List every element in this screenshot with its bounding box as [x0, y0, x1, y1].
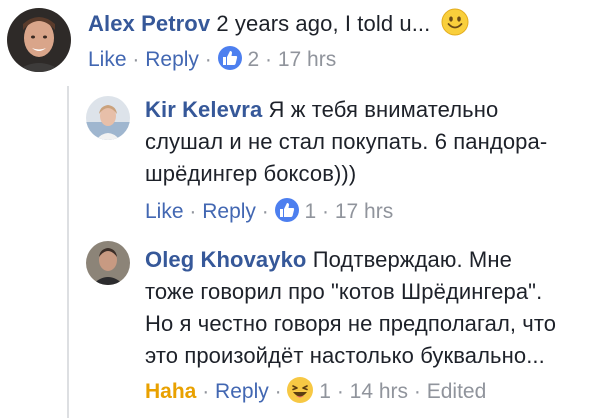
separator: · — [336, 380, 344, 403]
haha-reaction-button[interactable]: Haha — [145, 380, 196, 403]
comment-body-line: шрёдингер боксов))) — [145, 161, 357, 186]
smiley-emoji-icon — [441, 8, 469, 36]
separator: · — [264, 48, 272, 71]
like-button[interactable]: Like — [145, 200, 184, 223]
author-name[interactable]: Alex Petrov — [88, 11, 210, 36]
reply-button[interactable]: Reply — [145, 48, 199, 71]
reply-button[interactable]: Reply — [202, 200, 256, 223]
reaction-count[interactable]: 1 — [304, 200, 316, 223]
author-name[interactable]: Oleg Khovayko — [145, 247, 306, 272]
reply-button[interactable]: Reply — [215, 380, 269, 403]
comment-body-line: тоже говорил про "котов Шрёдингера". — [145, 279, 543, 304]
separator: · — [132, 48, 140, 71]
comment-actions: Like · Reply · 1 · 17 hrs — [145, 198, 393, 226]
author-name[interactable]: Kir Kelevra — [145, 97, 262, 122]
timestamp[interactable]: 17 hrs — [335, 200, 393, 223]
comment-text-block: Kir Kelevra Я ж тебя внимательно слушал … — [145, 94, 605, 190]
comment-body: 2 years ago, I told u... — [216, 11, 431, 36]
separator: · — [202, 380, 210, 403]
separator: · — [189, 200, 197, 223]
comment-actions: Haha · Reply · 1 · 14 hrs · Edited — [145, 377, 486, 406]
comment-body-line: слушал и не стал покупать. 6 пандора- — [145, 129, 548, 154]
comment-body-line: Я ж тебя внимательно — [268, 97, 499, 122]
reaction-count[interactable]: 2 — [247, 48, 259, 71]
like-button[interactable]: Like — [88, 48, 127, 71]
like-reaction-icon[interactable] — [217, 46, 242, 70]
like-reaction-icon[interactable] — [274, 198, 299, 222]
comment-body-line: Подтверждаю. Мне — [312, 247, 512, 272]
avatar[interactable] — [86, 241, 130, 285]
thread-line — [67, 86, 69, 418]
timestamp[interactable]: 14 hrs — [350, 380, 408, 403]
separator: · — [321, 200, 329, 223]
avatar[interactable] — [7, 8, 71, 72]
separator: · — [413, 380, 421, 403]
edited-label[interactable]: Edited — [427, 380, 487, 403]
comment-body-line: это произойдёт настолько буквально... — [145, 343, 545, 368]
haha-reaction-icon[interactable] — [287, 377, 314, 403]
avatar[interactable] — [86, 96, 130, 140]
separator: · — [204, 48, 212, 71]
comment-text-block: Oleg Khovayko Подтверждаю. Мне тоже гово… — [145, 244, 605, 372]
reaction-count[interactable]: 1 — [319, 380, 331, 403]
separator: · — [274, 380, 282, 403]
comment-body-line: Но я честно говоря не предполагал, что — [145, 311, 557, 336]
comment-actions: Like · Reply · 2 · 17 hrs — [88, 46, 336, 74]
comment-text-line: Alex Petrov 2 years ago, I told u... — [88, 8, 469, 40]
timestamp[interactable]: 17 hrs — [278, 48, 336, 71]
separator: · — [261, 200, 269, 223]
